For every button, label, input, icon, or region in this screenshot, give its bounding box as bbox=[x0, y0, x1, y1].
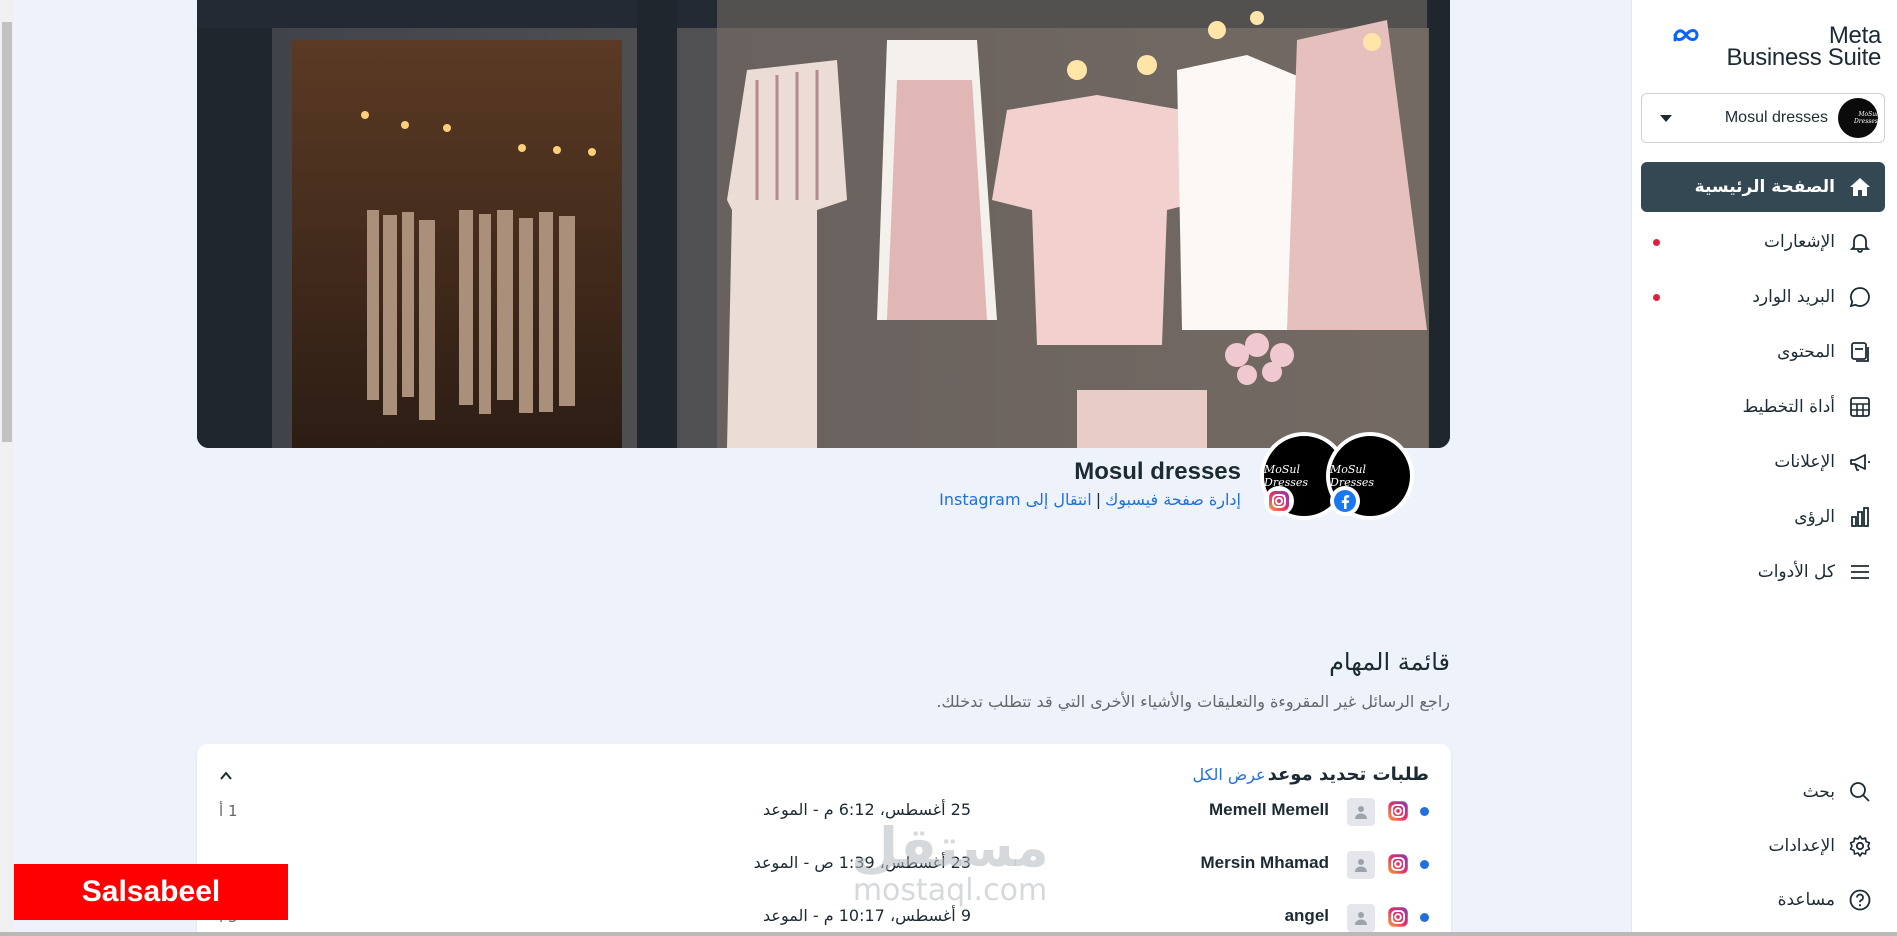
avatar-text: MoSul Dresses bbox=[1853, 111, 1878, 125]
main-content: MoSul Dresses MoSul Dresses Mosul dresse… bbox=[0, 0, 1631, 936]
sidebar-item-ads[interactable]: الإعلانات bbox=[1641, 437, 1885, 487]
logo-line-2: Business Suite bbox=[1726, 44, 1881, 71]
sidebar-item-insights[interactable]: الرؤى bbox=[1641, 492, 1885, 542]
bottom-border bbox=[0, 932, 1897, 936]
sidebar-item-notifications[interactable]: الإشعارات bbox=[1641, 217, 1885, 267]
calendar-grid-icon bbox=[1847, 394, 1873, 420]
table-row[interactable]: Memell Memell 25 أغسطس، 6:12 م - الموعد … bbox=[197, 790, 1451, 834]
contact-name: angel bbox=[1284, 906, 1329, 925]
profile-pictures: MoSul Dresses MoSul Dresses bbox=[1260, 432, 1414, 522]
contact-name: Memell Memell bbox=[1209, 800, 1329, 819]
unread-dot bbox=[1420, 860, 1429, 869]
appointment-requests-card: طلبات تحديد موعدعرض الكل Memell Memell 2… bbox=[197, 744, 1451, 936]
facebook-icon bbox=[1330, 486, 1360, 516]
sidebar-item-label: أداة التخطيط bbox=[1742, 397, 1835, 417]
sidebar-bottom-nav: بحث الإعدادات مساعدة bbox=[1641, 768, 1885, 930]
sidebar-item-home[interactable]: الصفحة الرئيسية bbox=[1641, 162, 1885, 212]
sidebar-item-settings[interactable]: الإعدادات bbox=[1641, 822, 1885, 870]
inbox-badge bbox=[1653, 294, 1660, 301]
tasks-subtitle: راجع الرسائل غير المقروءة والتعليقات وال… bbox=[936, 692, 1450, 711]
user-placeholder-icon bbox=[1347, 851, 1375, 879]
help-icon bbox=[1847, 887, 1873, 913]
cover-image bbox=[197, 0, 1450, 448]
search-icon bbox=[1847, 779, 1873, 805]
sidebar-item-help[interactable]: مساعدة bbox=[1641, 876, 1885, 924]
notification-badge bbox=[1653, 239, 1660, 246]
instagram-icon bbox=[1385, 798, 1411, 824]
page-title: Mosul dresses bbox=[1074, 458, 1241, 485]
watermark-arabic: مستقل bbox=[851, 816, 1049, 879]
sidebar-item-label: البريد الوارد bbox=[1752, 287, 1835, 307]
account-name: Mosul dresses bbox=[1724, 109, 1828, 126]
meta-business-suite-logo[interactable]: Meta Business Suite bbox=[1671, 24, 1881, 71]
cover-photo bbox=[197, 0, 1450, 448]
sidebar-item-inbox[interactable]: البريد الوارد bbox=[1641, 272, 1885, 322]
instagram-icon bbox=[1264, 486, 1294, 516]
contact-name: Mersin Mhamad bbox=[1200, 853, 1329, 872]
sidebar-item-label: بحث bbox=[1802, 782, 1835, 802]
avatar: MoSul Dresses bbox=[1838, 98, 1878, 138]
manage-facebook-page-link[interactable]: إدارة صفحة فيسبوك bbox=[1105, 490, 1241, 509]
sidebar-item-label: الصفحة الرئيسية bbox=[1694, 177, 1835, 197]
unread-dot bbox=[1420, 807, 1429, 816]
sidebar-item-label: الإشعارات bbox=[1764, 232, 1835, 252]
avatar-text: MoSul Dresses bbox=[1330, 463, 1375, 489]
sidebar-item-label: المحتوى bbox=[1777, 342, 1835, 362]
sidebar-item-label: الرؤى bbox=[1794, 507, 1835, 527]
chevron-down-icon bbox=[1660, 114, 1672, 122]
sidebar-item-label: الإعلانات bbox=[1774, 452, 1835, 472]
content-icon bbox=[1847, 339, 1873, 365]
sidebar-item-content[interactable]: المحتوى bbox=[1641, 327, 1885, 377]
sidebar-item-label: مساعدة bbox=[1777, 890, 1835, 910]
sidebar: Meta Business Suite MoSul Dresses Mosul … bbox=[1631, 0, 1897, 936]
sidebar-item-label: الإعدادات bbox=[1768, 836, 1835, 856]
link-separator: | bbox=[1095, 490, 1102, 509]
table-row[interactable]: Mersin Mhamad 23 أغسطس، 1:39 ص - الموعد bbox=[197, 843, 1451, 887]
card-header: طلبات تحديد موعدعرض الكل bbox=[1192, 764, 1429, 785]
unread-dot bbox=[1420, 913, 1429, 922]
sidebar-item-label: كل الأدوات bbox=[1757, 562, 1835, 582]
gear-icon bbox=[1847, 833, 1873, 859]
page-links: إدارة صفحة فيسبوك|انتقال إلى Instagram bbox=[800, 490, 1241, 509]
megaphone-icon bbox=[1847, 449, 1873, 475]
instagram-icon bbox=[1385, 904, 1411, 930]
sidebar-item-search[interactable]: بحث bbox=[1641, 768, 1885, 816]
chevron-up-icon[interactable] bbox=[219, 768, 233, 782]
menu-icon bbox=[1847, 559, 1873, 585]
row-count: 1 أ bbox=[219, 802, 238, 820]
bar-chart-icon bbox=[1847, 504, 1873, 530]
sidebar-item-all-tools[interactable]: كل الأدوات bbox=[1641, 547, 1885, 597]
author-name-tag: Salsabeel bbox=[14, 864, 288, 920]
sidebar-item-planner[interactable]: أداة التخطيط bbox=[1641, 382, 1885, 432]
meta-infinity-icon bbox=[1673, 29, 1699, 42]
watermark-url: mostaql.com bbox=[852, 873, 1048, 908]
go-to-instagram-link[interactable]: انتقال إلى Instagram bbox=[939, 490, 1092, 509]
sidebar-nav: الصفحة الرئيسية الإشعارات البريد الوارد … bbox=[1641, 162, 1885, 602]
user-placeholder-icon bbox=[1347, 904, 1375, 932]
appointment-date: 9 أغسطس، 10:17 م - الموعد bbox=[763, 906, 971, 925]
table-row[interactable]: angel 9 أغسطس، 10:17 م - الموعد 3 أ bbox=[197, 896, 1451, 936]
watermark: مستقل mostaql.com bbox=[830, 820, 1070, 906]
see-all-link[interactable]: عرض الكل bbox=[1192, 765, 1265, 784]
home-icon bbox=[1847, 174, 1873, 200]
tasks-title: قائمة المهام bbox=[1329, 648, 1450, 676]
account-switcher[interactable]: MoSul Dresses Mosul dresses bbox=[1641, 93, 1885, 143]
chat-bubble-icon bbox=[1847, 284, 1873, 310]
user-placeholder-icon bbox=[1347, 798, 1375, 826]
card-title: طلبات تحديد موعد bbox=[1267, 764, 1429, 785]
bell-icon bbox=[1847, 229, 1873, 255]
instagram-icon bbox=[1385, 851, 1411, 877]
